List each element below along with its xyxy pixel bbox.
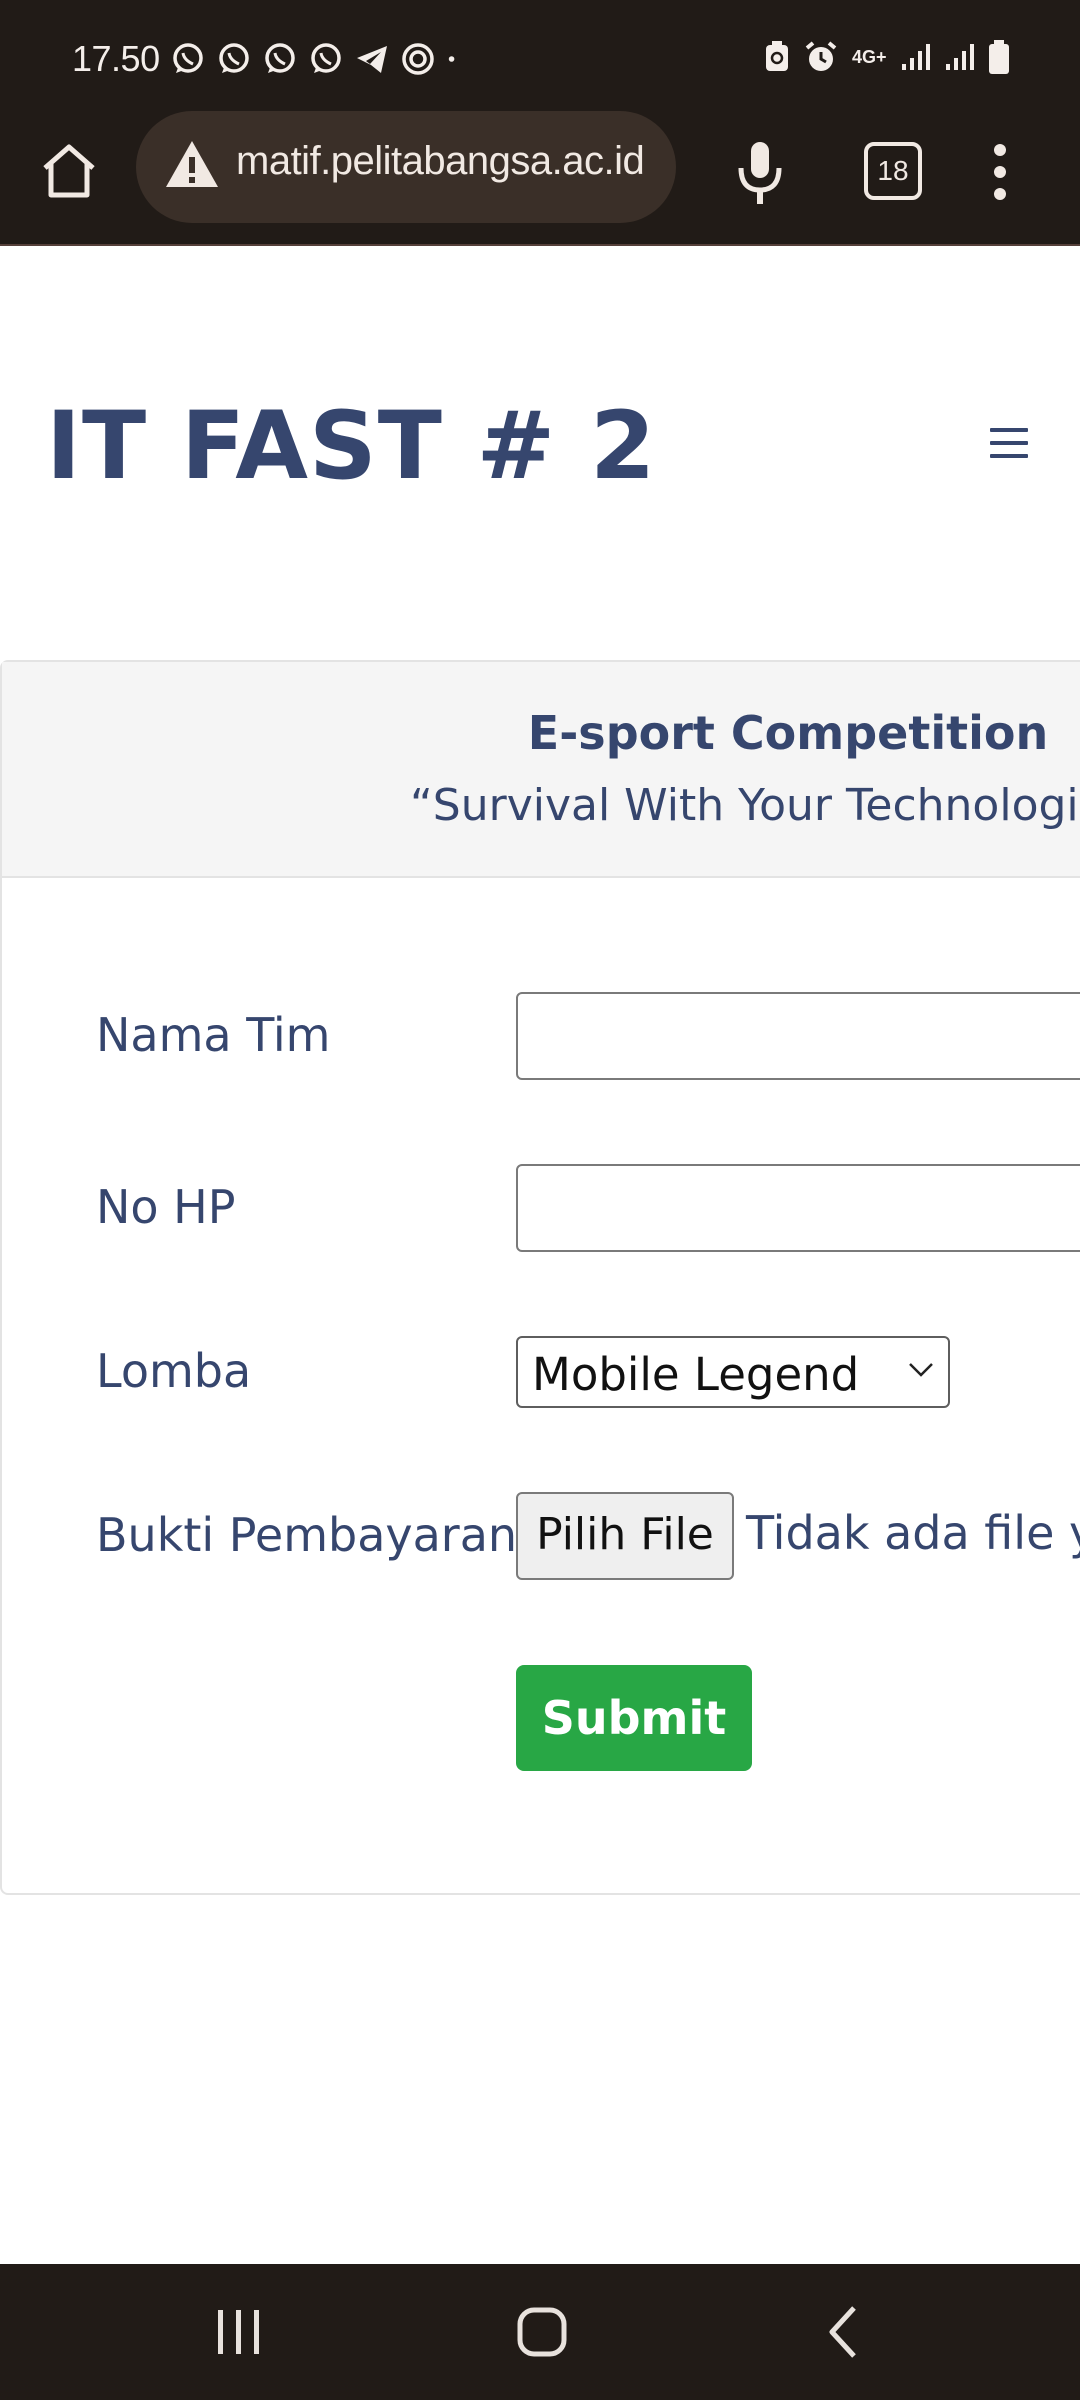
- card-tagline: “Survival With Your Technologi: [410, 780, 1079, 831]
- telegram-icon: [357, 46, 387, 73]
- microphone-icon[interactable]: [730, 138, 790, 208]
- phone-input[interactable]: [516, 1164, 1080, 1252]
- dot-icon: [448, 56, 455, 62]
- address-bar[interactable]: matif.pelitabangsa.ac.id: [136, 111, 676, 223]
- page-title: IT FAST # 2: [46, 392, 657, 501]
- status-bar: 17.50 4G+: [0, 0, 1080, 118]
- target-icon: [402, 43, 434, 75]
- home-icon[interactable]: [38, 140, 100, 202]
- payment-proof-label: Bukti Pembayaran: [96, 1508, 518, 1562]
- competition-select[interactable]: Mobile Legend: [516, 1336, 950, 1408]
- whatsapp-icon: [173, 43, 203, 73]
- choose-file-button[interactable]: Pilih File: [516, 1492, 734, 1580]
- back-icon[interactable]: [826, 2304, 860, 2360]
- team-name-input[interactable]: [516, 992, 1080, 1080]
- phone-label: No HP: [96, 1180, 236, 1234]
- file-status-text: Tidak ada file y: [746, 1506, 1080, 1560]
- home-button-icon[interactable]: [516, 2306, 568, 2358]
- battery-saver-icon: [766, 41, 788, 71]
- card-heading: E-sport Competition: [527, 706, 1049, 760]
- notification-icons: [170, 41, 466, 77]
- signal-icon: [946, 44, 974, 70]
- hamburger-menu-icon[interactable]: [990, 428, 1028, 460]
- tab-count: 18: [877, 155, 909, 186]
- network-type-label: 4G+: [852, 47, 887, 67]
- whatsapp-icon: [219, 43, 249, 73]
- battery-icon: [989, 40, 1009, 74]
- url-text[interactable]: matif.pelitabangsa.ac.id: [236, 139, 668, 184]
- competition-selected-value: Mobile Legend: [532, 1348, 860, 1401]
- competition-label: Lomba: [96, 1344, 252, 1398]
- submit-button[interactable]: Submit: [516, 1665, 752, 1771]
- whatsapp-icon: [265, 43, 295, 73]
- more-options-icon[interactable]: [988, 142, 1012, 202]
- team-name-label: Nama Tim: [96, 1008, 331, 1062]
- warning-icon[interactable]: [164, 137, 220, 193]
- browser-toolbar: matif.pelitabangsa.ac.id 18: [0, 111, 1080, 246]
- navigation-bar: [0, 2264, 1080, 2400]
- signal-icon: [902, 44, 930, 70]
- tab-switcher-button[interactable]: 18: [864, 142, 922, 200]
- status-right-icons: 4G+: [764, 40, 1010, 74]
- recent-apps-icon[interactable]: [214, 2308, 264, 2356]
- status-time: 17.50: [72, 38, 160, 79]
- alarm-icon: [805, 41, 837, 71]
- chevron-down-icon: [909, 1363, 933, 1377]
- whatsapp-icon: [311, 43, 341, 73]
- card-header: E-sport Competition “Survival With Your …: [2, 662, 1080, 878]
